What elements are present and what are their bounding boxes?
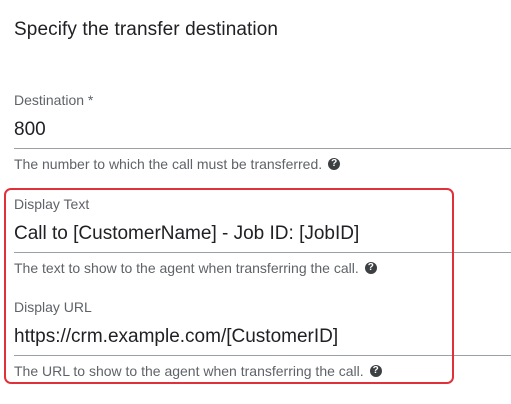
section-title: Specify the transfer destination (14, 19, 279, 40)
destination-help: The number to which the call must be tra… (14, 156, 341, 172)
highlight-box (4, 188, 454, 384)
destination-label: Destination * (14, 92, 94, 108)
destination-field[interactable]: Destination * 800 The number to which th… (14, 92, 511, 176)
transfer-destination-form: Specify the transfer destination Destina… (0, 0, 511, 404)
destination-help-text: The number to which the call must be tra… (14, 156, 323, 172)
destination-underline (14, 148, 511, 149)
question-circle-icon[interactable]: ? (328, 158, 341, 170)
destination-input[interactable]: 800 (14, 119, 511, 141)
